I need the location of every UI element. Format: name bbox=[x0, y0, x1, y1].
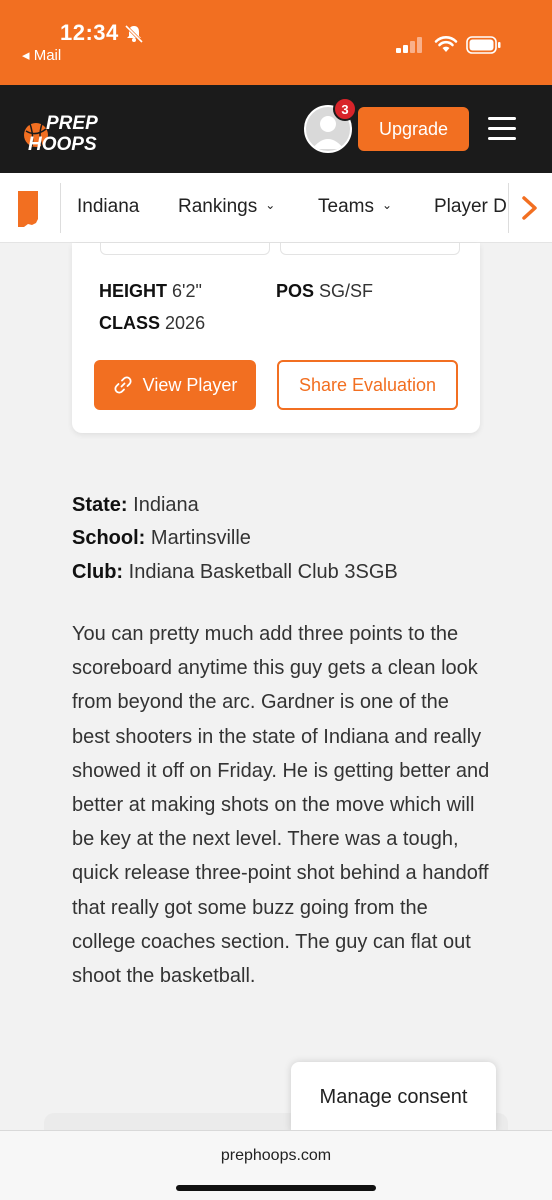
url-bar[interactable]: prephoops.com bbox=[0, 1147, 552, 1165]
nav-item-label: Player D bbox=[434, 196, 507, 217]
chevron-right-icon[interactable] bbox=[518, 195, 540, 221]
cellular-signal-icon bbox=[396, 37, 422, 53]
home-indicator[interactable] bbox=[176, 1185, 376, 1191]
nav-item-label: Indiana bbox=[77, 196, 140, 217]
notification-badge[interactable]: 3 bbox=[333, 97, 357, 121]
pos-label: POS bbox=[276, 281, 315, 301]
card-stub-right bbox=[280, 243, 460, 255]
nav-divider bbox=[508, 183, 509, 233]
site-header: PREP HOOPS 3 Upgrade bbox=[0, 85, 552, 173]
user-avatar[interactable]: 3 bbox=[304, 97, 357, 153]
club-label: Club: bbox=[72, 561, 124, 583]
school-label: School: bbox=[72, 527, 146, 549]
class-value: 2026 bbox=[165, 313, 206, 333]
status-time: 12:34 bbox=[60, 20, 119, 45]
prephoops-logo[interactable]: PREP HOOPS bbox=[22, 109, 132, 153]
state-info: State: Indiana bbox=[72, 494, 199, 517]
pos-value: SG/SF bbox=[319, 281, 374, 301]
link-icon bbox=[114, 376, 132, 394]
logo-text-hoops: HOOPS bbox=[28, 134, 97, 153]
nav-item-label: Rankings bbox=[178, 196, 258, 217]
state-label: State: bbox=[72, 494, 128, 516]
chevron-down-icon: ⌄ bbox=[381, 198, 393, 212]
height-value: 6'2" bbox=[172, 281, 202, 301]
club-info: Club: Indiana Basketball Club 3SGB bbox=[72, 561, 398, 584]
browser-bottom-bar: prephoops.com bbox=[0, 1130, 552, 1200]
indiana-state-icon[interactable] bbox=[14, 189, 42, 229]
back-to-mail-link[interactable]: ◂ Mail bbox=[22, 46, 61, 64]
nav-item-rankings[interactable]: Rankings ⌄ bbox=[178, 196, 275, 218]
chevron-down-icon: ⌄ bbox=[265, 198, 276, 212]
evaluation-text: You can pretty much add three points to … bbox=[72, 623, 490, 988]
nav-item-teams[interactable]: Teams ⌄ bbox=[318, 196, 392, 218]
state-value: Indiana bbox=[133, 494, 199, 516]
sub-navigation: Indiana Rankings ⌄ Teams ⌄ Player D bbox=[0, 173, 552, 243]
nav-item-indiana[interactable]: Indiana bbox=[77, 196, 139, 218]
card-stub-left bbox=[100, 243, 270, 255]
view-player-label: View Player bbox=[142, 374, 238, 395]
height-label: HEIGHT bbox=[99, 281, 168, 301]
class-label: CLASS bbox=[99, 313, 161, 333]
manage-consent-button[interactable]: Manage consent bbox=[291, 1062, 496, 1132]
bell-muted-icon bbox=[124, 24, 144, 44]
view-player-button[interactable]: View Player bbox=[94, 360, 256, 410]
upgrade-button[interactable]: Upgrade bbox=[358, 107, 469, 151]
club-value: Indiana Basketball Club 3SGB bbox=[128, 561, 398, 583]
status-bar: 12:34 ◂ Mail bbox=[0, 0, 552, 85]
nav-item-label: Teams bbox=[318, 196, 374, 217]
position-stat: POS SG/SF bbox=[276, 281, 373, 302]
hamburger-menu-icon[interactable] bbox=[488, 117, 516, 141]
school-info: School: Martinsville bbox=[72, 527, 251, 550]
nav-divider bbox=[60, 183, 61, 233]
class-stat: CLASS 2026 bbox=[99, 313, 205, 334]
nav-item-player-database[interactable]: Player D bbox=[434, 196, 508, 218]
share-evaluation-button[interactable]: Share Evaluation bbox=[277, 360, 458, 410]
logo-text-prep: PREP bbox=[46, 113, 98, 134]
school-value: Martinsville bbox=[150, 527, 251, 549]
height-stat: HEIGHT 6'2" bbox=[99, 281, 202, 302]
wifi-icon bbox=[434, 36, 458, 52]
battery-icon bbox=[466, 36, 501, 54]
